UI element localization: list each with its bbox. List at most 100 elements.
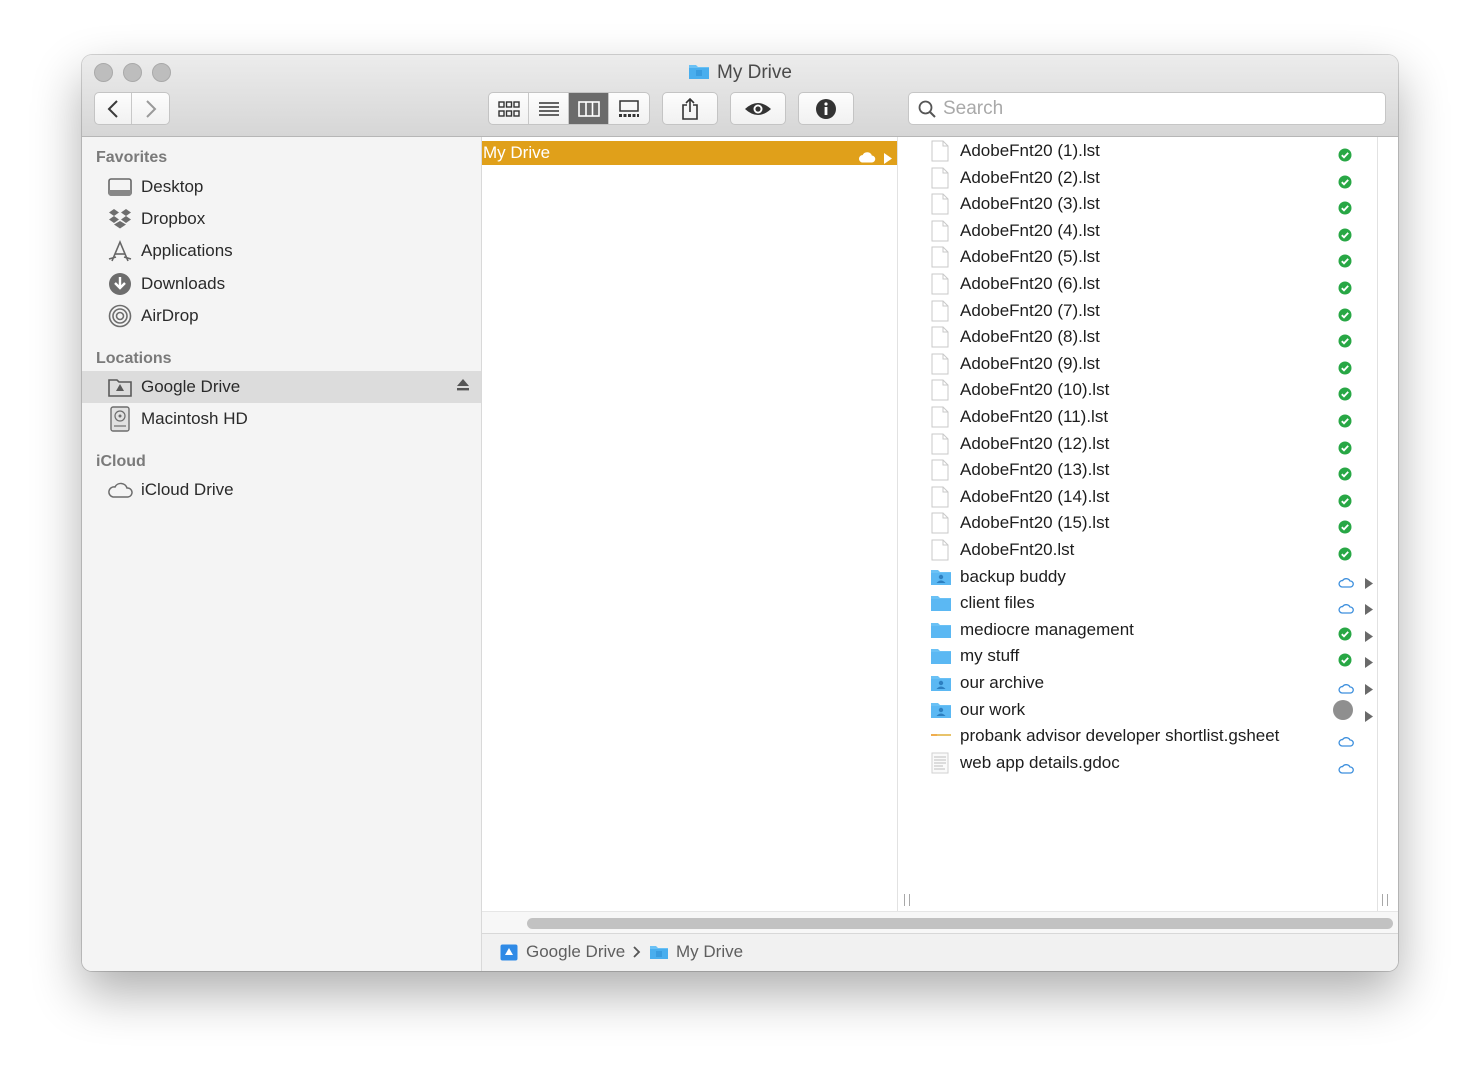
- file-row[interactable]: AdobeFnt20 (14).lst: [918, 484, 1378, 510]
- file-row[interactable]: backup buddy: [918, 564, 1378, 590]
- file-name: mediocre management: [960, 619, 1134, 639]
- view-mode-segmented-control: [488, 92, 650, 125]
- shared-folder-icon: [930, 701, 951, 723]
- file-row[interactable]: AdobeFnt20 (11).lst: [918, 404, 1378, 430]
- file-name: AdobeFnt20 (15).lst: [960, 513, 1110, 533]
- cloud-status-icon: [858, 146, 876, 170]
- list-view-button[interactable]: [529, 93, 569, 124]
- file-row[interactable]: AdobeFnt20 (15).lst: [918, 510, 1378, 536]
- titlebar: My Drive Search: [82, 55, 1398, 137]
- file-name: AdobeFnt20 (8).lst: [960, 327, 1100, 347]
- path-item-my-drive[interactable]: My Drive: [649, 942, 743, 962]
- chevron-right-icon: [145, 99, 156, 118]
- column-1: My Drive: [482, 137, 910, 911]
- search-field[interactable]: Search: [908, 92, 1386, 125]
- file-icon: [930, 326, 950, 348]
- back-forward-group: [94, 92, 170, 125]
- file-name: AdobeFnt20 (12).lst: [960, 433, 1110, 453]
- column-resize-handle[interactable]: [904, 894, 910, 906]
- disclosure-arrow-icon: [883, 147, 892, 171]
- sidebar-item-downloads[interactable]: Downloads: [82, 268, 481, 300]
- eye-icon: [745, 102, 771, 115]
- path-item-google-drive[interactable]: Google Drive: [500, 942, 641, 962]
- file-row[interactable]: client files: [918, 590, 1378, 616]
- file-row[interactable]: AdobeFnt20 (1).lst: [918, 138, 1378, 164]
- file-row[interactable]: AdobeFnt20 (12).lst: [918, 431, 1378, 457]
- back-button[interactable]: [95, 93, 133, 124]
- file-name: AdobeFnt20 (11).lst: [960, 407, 1109, 426]
- gallery-view-button[interactable]: [609, 93, 649, 124]
- hard-drive-icon: [107, 406, 133, 432]
- column-view-icon: [577, 100, 600, 117]
- file-row[interactable]: AdobeFnt20 (2).lst: [918, 165, 1378, 191]
- info-icon: [816, 98, 836, 119]
- file-row[interactable]: AdobeFnt20 (3).lst: [918, 191, 1378, 217]
- share-button[interactable]: [662, 92, 718, 125]
- google-drive-icon: [107, 375, 133, 399]
- file-row[interactable]: AdobeFnt20 (9).lst: [918, 351, 1378, 377]
- file-name: our work: [960, 699, 1026, 719]
- airdrop-icon: [107, 304, 133, 328]
- locations-header: Locations: [96, 350, 172, 367]
- file-name: AdobeFnt20 (4).lst: [960, 220, 1100, 240]
- eject-icon[interactable]: [456, 377, 470, 397]
- sidebar-item-dropbox[interactable]: Dropbox: [82, 203, 481, 235]
- file-name: AdobeFnt20 (6).lst: [960, 274, 1100, 293]
- icon-view-icon: [497, 100, 520, 117]
- spreadsheet-icon: [930, 725, 951, 747]
- column-view-button[interactable]: [569, 93, 609, 124]
- forward-button[interactable]: [132, 93, 169, 124]
- file-icon: [930, 539, 950, 561]
- file-row[interactable]: AdobeFnt20 (8).lst: [918, 324, 1378, 350]
- file-name: AdobeFnt20 (5).lst: [960, 247, 1100, 267]
- file-row[interactable]: web app details.gdoc: [918, 750, 1378, 776]
- file-row[interactable]: AdobeFnt20 (6).lst: [918, 271, 1378, 297]
- file-name: AdobeFnt20 (13).lst: [960, 460, 1110, 480]
- file-icon: [930, 140, 950, 162]
- path-bar: Google Drive My Drive: [482, 933, 1398, 971]
- file-row[interactable]: AdobeFnt20 (5).lst: [918, 244, 1378, 270]
- file-icon: [930, 406, 950, 428]
- cloud-icon: [107, 478, 133, 502]
- file-row[interactable]: AdobeFnt20.lst: [918, 537, 1378, 563]
- file-icon: [930, 486, 950, 508]
- file-name: AdobeFnt20 (3).lst: [960, 194, 1100, 214]
- sidebar-item-applications[interactable]: Applications: [82, 235, 481, 267]
- file-name: AdobeFnt20 (7).lst: [960, 300, 1100, 320]
- quick-look-button[interactable]: [730, 92, 786, 125]
- file-row[interactable]: my stuff: [918, 643, 1378, 669]
- column-resize-handle[interactable]: [1382, 894, 1388, 906]
- file-row[interactable]: AdobeFnt20 (13).lst: [918, 457, 1378, 483]
- finder-window: My Drive Search Favorites Desktop Dropbo…: [82, 55, 1398, 971]
- file-row[interactable]: our archive: [918, 670, 1378, 696]
- sidebar-item-airdrop[interactable]: AirDrop: [82, 300, 481, 332]
- file-icon: [930, 300, 950, 322]
- google-drive-icon: [500, 944, 518, 960]
- get-info-button[interactable]: [798, 92, 854, 125]
- search-icon: [918, 100, 936, 118]
- sidebar-item-google-drive[interactable]: Google Drive: [82, 371, 481, 403]
- file-name: AdobeFnt20 (9).lst: [960, 353, 1100, 373]
- scrollbar-thumb[interactable]: [527, 918, 1393, 929]
- sidebar-item-macintosh-hd[interactable]: Macintosh HD: [82, 403, 481, 435]
- file-row[interactable]: probank advisor developer shortlist.gshe…: [918, 723, 1378, 749]
- file-icon: [930, 379, 950, 401]
- file-icon: [930, 193, 950, 215]
- folder-icon: [930, 647, 951, 669]
- horizontal-scrollbar[interactable]: [482, 911, 1398, 933]
- sidebar-item-icloud-drive[interactable]: iCloud Drive: [82, 474, 481, 506]
- sidebar-item-desktop[interactable]: Desktop: [82, 171, 481, 203]
- file-row[interactable]: mediocre management: [918, 617, 1378, 643]
- file-row[interactable]: AdobeFnt20 (10).lst: [918, 377, 1378, 403]
- file-row[interactable]: AdobeFnt20 (7).lst: [918, 298, 1378, 324]
- file-name: client files: [960, 593, 1035, 613]
- icon-view-button[interactable]: [489, 93, 529, 124]
- file-row[interactable]: our work: [918, 697, 1378, 723]
- file-row[interactable]: AdobeFnt20 (4).lst: [918, 218, 1378, 244]
- file-name: AdobeFnt20.lst: [960, 540, 1075, 559]
- folder-icon: [930, 594, 951, 616]
- downloads-icon: [107, 272, 133, 296]
- file-name: AdobeFnt20 (1).lst: [960, 141, 1100, 160]
- column-item-my-drive[interactable]: My Drive: [482, 141, 897, 165]
- list-view-icon: [538, 101, 559, 116]
